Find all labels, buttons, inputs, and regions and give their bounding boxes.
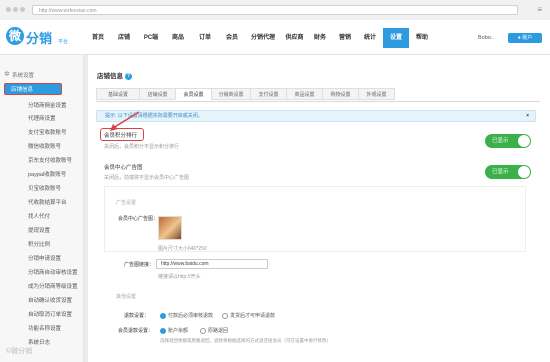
tab-shop[interactable]: 店铺设置 xyxy=(139,88,176,100)
user-name[interactable]: Bobo.. xyxy=(478,35,494,41)
nav-item[interactable]: 会员 xyxy=(220,28,244,48)
sidebar-item[interactable]: 自动取消订单设置 xyxy=(28,310,72,318)
sidebar-item[interactable]: 分销商自动审核设置 xyxy=(28,268,78,276)
ad-link-input[interactable] xyxy=(156,259,268,269)
nav-item-settings[interactable]: 设置 xyxy=(383,28,409,48)
return-option-label: 发货后才可申请退款 xyxy=(230,313,276,319)
sidebar-item[interactable]: 支付宝收款账号 xyxy=(28,128,67,136)
sidebar-item[interactable]: 自动确认收货设置 xyxy=(28,296,72,304)
rank-toggle[interactable]: 已显示 xyxy=(485,134,531,148)
nav-item[interactable]: 商品 xyxy=(166,28,190,48)
return-option-label: 付款后必须审核退款 xyxy=(168,313,214,319)
balance-option-1[interactable]: 账户余额 xyxy=(160,327,188,334)
ad-label: 会员中心广告图 xyxy=(104,165,143,171)
sidebar-item[interactable]: 京东支付收款账号 xyxy=(28,156,72,164)
sidebar-item[interactable]: 积分比例 xyxy=(28,240,50,248)
sidebar-item[interactable]: 系统日志 xyxy=(28,338,50,346)
tab-basic[interactable]: 基础设置 xyxy=(96,88,140,100)
nav-item[interactable]: 供应商 xyxy=(281,28,308,48)
sidebar-item[interactable]: 代收款结算平台 xyxy=(28,198,67,206)
notice-text: 提示: 以下设置请根据实际需要开启或关闭。 xyxy=(105,113,203,119)
ad-link-hint: 链接请以http://开头 xyxy=(158,274,201,280)
radio-icon xyxy=(160,312,166,319)
nav-item[interactable]: 首页 xyxy=(86,28,110,48)
account-button-label: 账户 xyxy=(522,35,533,41)
nav-item[interactable]: 营销 xyxy=(333,28,357,48)
ad-image-label: 会员中心广告图： xyxy=(118,216,159,222)
radio-icon xyxy=(222,312,228,319)
balance-option-label: 原路退回 xyxy=(208,328,229,334)
ad-image-thumbnail[interactable] xyxy=(158,216,182,240)
balance-label: 会员退款设置： xyxy=(118,328,154,334)
logo-mark: 微 xyxy=(6,27,24,45)
toggle-knob xyxy=(518,135,530,147)
ad-desc: 关闭后，前端将不显示会员中心广告图 xyxy=(104,175,190,181)
sidebar-item[interactable]: 分销商佣金设置 xyxy=(28,101,67,109)
logo-sub: 平台 xyxy=(58,39,69,45)
nav-item[interactable]: 店铺 xyxy=(112,28,136,48)
sidebar-item-shop-info[interactable]: 店铺信息 xyxy=(4,83,62,95)
watermark: ©微分销 xyxy=(6,348,33,355)
sidebar-item[interactable]: 贝宝收款账号 xyxy=(28,184,61,192)
nav-item[interactable]: 帮助 xyxy=(410,28,434,48)
notice-banner: 提示: 以下设置请根据实际需要开启或关闭。 × xyxy=(96,110,536,122)
sidebar-item[interactable]: paypal收款账号 xyxy=(28,170,66,178)
nav-item[interactable]: PC端 xyxy=(138,28,164,48)
sidebar-item[interactable]: 微信收款账号 xyxy=(28,142,61,150)
site-logo[interactable]: 微 分销 平台 xyxy=(6,27,76,49)
nav-item[interactable]: 财务 xyxy=(308,28,332,48)
tab-appearance[interactable]: 外观设置 xyxy=(358,88,395,100)
gear-icon: ✲ xyxy=(4,71,10,78)
tab-payment[interactable]: 支付设置 xyxy=(250,88,287,100)
browser-toolbar: http://www.wxfenxiao.com ≡ xyxy=(0,0,550,21)
return-label: 退款设置： xyxy=(124,313,150,319)
sidebar-item[interactable]: 功能名称设置 xyxy=(28,324,61,332)
nav-item[interactable]: 订单 xyxy=(193,28,217,48)
logo-name: 分销 xyxy=(26,31,53,46)
ad-link-label: 广告图链接： xyxy=(124,262,155,268)
sidebar-header: 系统设置 xyxy=(12,73,35,79)
help-icon[interactable]: ? xyxy=(125,72,132,80)
return-option-1[interactable]: 付款后必须审核退款 xyxy=(160,312,213,319)
radio-icon xyxy=(160,327,166,334)
nav-item[interactable]: 分销代理 xyxy=(246,28,280,48)
rank-toggle-label: 已显示 xyxy=(492,138,509,144)
tab-shopping[interactable]: 购物设置 xyxy=(322,88,359,100)
address-bar[interactable]: http://www.wxfenxiao.com xyxy=(32,5,518,15)
sidebar-item[interactable]: 代理商设置 xyxy=(28,114,56,122)
tab-member[interactable]: 会员设置 xyxy=(175,88,212,100)
return-option-2[interactable]: 发货后才可申请退款 xyxy=(222,312,275,319)
nav-item[interactable]: 统计 xyxy=(358,28,382,48)
sidebar-item[interactable]: 分销申请设置 xyxy=(28,254,61,262)
window-controls[interactable] xyxy=(6,7,27,14)
page-title: 店铺信息? xyxy=(97,70,132,80)
ad-toggle[interactable]: 已显示 xyxy=(485,165,531,179)
settings-tabs: 基础设置 店铺设置 会员设置 分销商设置 支付设置 商品设置 购物设置 外观设置 xyxy=(96,88,540,102)
page-title-text: 店铺信息 xyxy=(97,73,123,80)
menu-icon[interactable]: ≡ xyxy=(537,5,542,14)
tab-distributor[interactable]: 分销商设置 xyxy=(211,88,251,100)
other-section-title: 其他设置 xyxy=(116,294,137,300)
balance-desc: 选择退回余额或原路退回，退款将根据选择的方式退还给会员（可在设置中进行修改） xyxy=(160,338,331,343)
ad-section-title: 广告设置 xyxy=(116,200,137,206)
close-icon[interactable]: × xyxy=(526,111,529,122)
balance-option-label: 账户余额 xyxy=(168,328,189,334)
toggle-knob xyxy=(518,166,530,178)
radio-icon xyxy=(200,327,206,334)
rank-label: 会员积分排行 xyxy=(104,133,138,139)
ad-toggle-label: 已显示 xyxy=(492,169,509,175)
sidebar-item[interactable]: 成为分销商等级设置 xyxy=(28,282,78,290)
tab-product[interactable]: 商品设置 xyxy=(286,88,323,100)
sidebar-item[interactable]: 找人代付 xyxy=(28,212,50,220)
ad-image-hint: 图片尺寸大小640*250 xyxy=(158,246,207,252)
account-button[interactable]: ● 账户 xyxy=(508,33,542,43)
sidebar-item[interactable]: 提现设置 xyxy=(28,226,50,234)
balance-option-2[interactable]: 原路退回 xyxy=(200,327,228,334)
rank-desc: 关闭后，会员积分不显示积分排行 xyxy=(104,144,180,150)
